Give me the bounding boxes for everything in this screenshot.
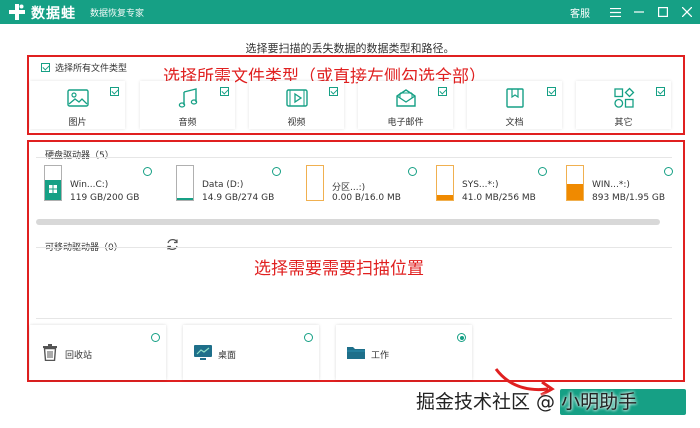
drive-usage-fill xyxy=(567,184,583,200)
drive-size: 41.0 MB/256 MB xyxy=(462,193,536,203)
menu-icon xyxy=(609,7,621,17)
refresh-icon[interactable] xyxy=(166,238,179,251)
windows-drive-icon xyxy=(44,165,62,201)
drive-icon xyxy=(306,165,324,201)
drives-scrollbar[interactable] xyxy=(36,219,660,225)
minimize-icon xyxy=(634,11,644,13)
location-label: 桌面 xyxy=(218,351,237,361)
drive-radio-d[interactable] xyxy=(272,167,281,176)
type-checkbox-email[interactable] xyxy=(438,87,447,96)
customer-service-link[interactable]: 客服 xyxy=(570,5,590,20)
hard-drives-title: 硬盘驱动器（5） xyxy=(45,151,114,161)
drive-size: 14.9 GB/274 GB xyxy=(202,193,275,203)
location-folder[interactable]: 工作 xyxy=(336,325,472,380)
desktop-icon xyxy=(194,345,212,360)
drive-radio-sys[interactable] xyxy=(538,167,547,176)
close-icon xyxy=(682,7,692,17)
drive-partition[interactable]: 分区...:) 0.00 B/16.0 MB xyxy=(306,165,424,207)
type-label-audio: 音频 xyxy=(178,118,197,128)
image-icon xyxy=(66,89,89,107)
file-type-image[interactable]: 图片 xyxy=(30,81,125,129)
divider xyxy=(36,247,672,248)
drive-radio-partition[interactable] xyxy=(408,167,417,176)
file-type-other[interactable]: 其它 xyxy=(576,81,671,129)
app-subtitle: 数据恢复专家 xyxy=(90,9,145,19)
type-label-video: 视频 xyxy=(287,118,306,128)
instruction-text: 选择要扫描的丢失数据的数据类型和路径。 xyxy=(245,42,455,55)
location-radio-folder[interactable] xyxy=(457,333,466,342)
drive-size: 0.00 B/16.0 MB xyxy=(332,193,401,203)
select-all-types-checkbox[interactable]: 选择所有文件类型 xyxy=(41,61,127,74)
window-controls: 客服 xyxy=(570,0,700,24)
checkbox-icon xyxy=(41,63,50,72)
divider xyxy=(36,157,672,158)
drive-name: Data (D:) xyxy=(202,180,244,190)
drive-name: WIN...*:) xyxy=(592,180,630,190)
mail-icon xyxy=(395,89,416,107)
location-radio-desktop[interactable] xyxy=(304,333,313,342)
drive-icon xyxy=(436,165,454,201)
recycle-bin-icon xyxy=(43,344,57,361)
type-label-document: 文档 xyxy=(505,118,524,128)
app-brand: 数据蛙 xyxy=(31,6,76,22)
music-icon xyxy=(178,88,197,108)
title-bar: 数据蛙 数据恢复专家 客服 xyxy=(0,0,700,24)
location-label: 工作 xyxy=(371,351,390,361)
location-radio-recycle-bin[interactable] xyxy=(151,333,160,342)
location-recycle-bin[interactable]: 回收站 xyxy=(30,325,166,380)
drive-sys[interactable]: SYS...*:) 41.0 MB/256 MB xyxy=(436,165,554,207)
type-label-image: 图片 xyxy=(68,118,87,128)
app-logo-icon xyxy=(9,4,25,20)
drive-name: 分区...:) xyxy=(332,183,366,193)
type-label-other: 其它 xyxy=(614,118,633,128)
file-type-document[interactable]: 文档 xyxy=(467,81,562,129)
drive-icon xyxy=(566,165,584,201)
minimize-button[interactable] xyxy=(628,0,650,24)
type-checkbox-audio[interactable] xyxy=(220,87,229,96)
type-checkbox-video[interactable] xyxy=(329,87,338,96)
drive-name: SYS...*:) xyxy=(462,180,499,190)
drive-size: 119 GB/200 GB xyxy=(70,193,140,203)
video-icon xyxy=(285,89,308,107)
watermark-text: 掘金技术社区 @ 小明助手 xyxy=(416,391,638,413)
file-type-email[interactable]: 电子邮件 xyxy=(358,81,453,129)
close-button[interactable] xyxy=(676,0,698,24)
shapes-icon xyxy=(613,87,634,108)
divider xyxy=(36,318,672,319)
maximize-icon xyxy=(658,7,668,17)
location-label: 回收站 xyxy=(65,351,93,361)
location-desktop[interactable]: 桌面 xyxy=(183,325,319,380)
drive-radio-win[interactable] xyxy=(664,167,673,176)
file-type-audio[interactable]: 音频 xyxy=(140,81,235,129)
type-label-email: 电子邮件 xyxy=(387,118,424,128)
drive-name: Win...C:) xyxy=(70,180,109,190)
document-icon xyxy=(505,88,524,108)
maximize-button[interactable] xyxy=(652,0,674,24)
menu-button[interactable] xyxy=(604,0,626,24)
folder-icon xyxy=(347,347,365,359)
type-checkbox-image[interactable] xyxy=(110,87,119,96)
file-type-video[interactable]: 视频 xyxy=(249,81,344,129)
drive-usage-fill xyxy=(177,198,193,200)
type-checkbox-document[interactable] xyxy=(547,87,556,96)
windows-logo-icon xyxy=(49,185,57,193)
drive-icon xyxy=(176,165,194,201)
drive-radio-c[interactable] xyxy=(143,167,152,176)
drive-usage-fill xyxy=(437,194,453,200)
type-checkbox-other[interactable] xyxy=(656,87,665,96)
select-all-label: 选择所有文件类型 xyxy=(55,64,128,74)
drive-size: 893 MB/1.95 GB xyxy=(592,193,666,203)
annotation-scan-location: 选择需要需要扫描位置 xyxy=(254,259,424,279)
